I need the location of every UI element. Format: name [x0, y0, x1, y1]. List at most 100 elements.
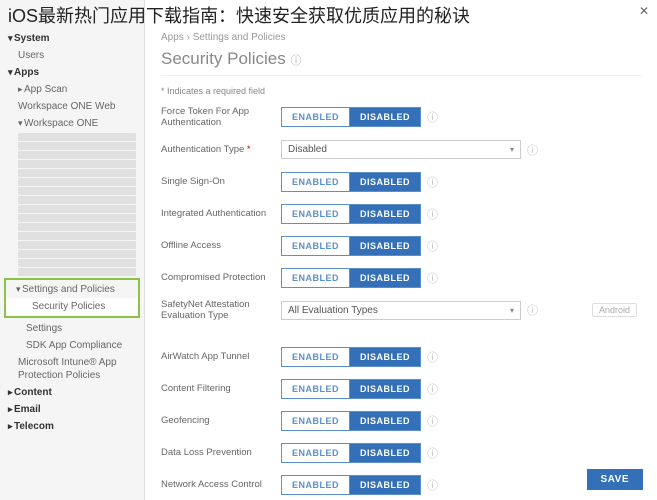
sidebar-item-placeholder — [18, 259, 136, 267]
form-row-nac: Network Access ControlENABLEDDISABLED ⓘ — [161, 474, 641, 496]
info-icon[interactable]: ⓘ — [427, 238, 438, 254]
divider — [161, 75, 641, 76]
toggle-enabled[interactable]: ENABLED — [281, 411, 349, 431]
sidebar-active-highlight: ▾Settings and Policies Security Policies — [4, 278, 140, 318]
sidebar-item-wsone[interactable]: ▾Workspace ONE — [0, 115, 144, 132]
sidebar-group-apps[interactable]: ▾Apps — [0, 64, 144, 81]
sidebar-item-sdk-compliance[interactable]: SDK App Compliance — [0, 337, 144, 354]
toggle-group: ENABLEDDISABLED — [281, 443, 421, 463]
sidebar-item-settings-policies[interactable]: ▾Settings and Policies — [6, 281, 138, 298]
sidebar-item-placeholder — [18, 169, 136, 177]
sidebar-label: System — [14, 33, 50, 44]
info-icon[interactable]: ⓘ — [427, 413, 438, 429]
toggle-enabled[interactable]: ENABLED — [281, 172, 349, 192]
sidebar-label: App Scan — [24, 84, 67, 95]
info-icon[interactable]: ⓘ — [427, 349, 438, 365]
form-row-contentFilter: Content FilteringENABLEDDISABLED ⓘ — [161, 378, 641, 400]
toggle-disabled[interactable]: DISABLED — [349, 204, 421, 224]
required-marker: * — [244, 144, 250, 155]
sidebar-group-telecom[interactable]: ▸Telecom — [0, 418, 144, 435]
toggle-disabled[interactable]: DISABLED — [349, 379, 421, 399]
toggle-disabled[interactable]: DISABLED — [349, 347, 421, 367]
sidebar-group-system[interactable]: ▾System — [0, 30, 144, 47]
form-label: Geofencing — [161, 415, 281, 426]
breadcrumb: Apps › Settings and Policies — [161, 32, 641, 43]
form-label: Offline Access — [161, 240, 281, 251]
form-row-tunnel: AirWatch App TunnelENABLEDDISABLED ⓘ — [161, 346, 641, 368]
sidebar-item-security-policies[interactable]: Security Policies — [6, 298, 138, 315]
form-label: Network Access Control — [161, 479, 281, 490]
required-note: * Indicates a required field — [161, 86, 641, 96]
breadcrumb-apps[interactable]: Apps — [161, 32, 184, 43]
sidebar-label: Email — [14, 404, 41, 415]
close-icon[interactable]: ✕ — [639, 4, 649, 18]
form-label: Force Token For App Authentication — [161, 106, 281, 129]
sidebar-group-email[interactable]: ▸Email — [0, 401, 144, 418]
toggle-disabled[interactable]: DISABLED — [349, 107, 421, 127]
sidebar-label: Workspace ONE — [24, 118, 98, 129]
info-icon[interactable]: ⓘ — [527, 302, 538, 318]
toggle-disabled[interactable]: DISABLED — [349, 475, 421, 495]
breadcrumb-sep: › — [187, 32, 190, 43]
toggle-enabled[interactable]: ENABLED — [281, 443, 349, 463]
toggle-enabled[interactable]: ENABLED — [281, 347, 349, 367]
info-icon[interactable]: ⓘ — [427, 381, 438, 397]
sidebar-item-settings[interactable]: Settings — [0, 320, 144, 337]
sidebar: ▾System Users ▾Apps ▸App Scan Workspace … — [0, 0, 145, 500]
info-icon[interactable]: ⓘ — [427, 206, 438, 222]
sidebar-item-placeholder — [18, 232, 136, 240]
sidebar-item-users[interactable]: Users — [0, 47, 144, 64]
sidebar-item-placeholder — [18, 151, 136, 159]
sidebar-item-placeholder — [18, 142, 136, 150]
select-value: All Evaluation Types — [288, 305, 378, 316]
toggle-group: ENABLEDDISABLED — [281, 204, 421, 224]
info-icon[interactable]: ⓘ — [427, 270, 438, 286]
form-label: AirWatch App Tunnel — [161, 351, 281, 362]
select-safetynet[interactable]: All Evaluation Types ▾ — [281, 301, 521, 320]
toggle-enabled[interactable]: ENABLED — [281, 268, 349, 288]
sidebar-item-intune[interactable]: Microsoft Intune® App Protection Policie… — [0, 354, 144, 384]
save-button[interactable]: SAVE — [587, 469, 644, 490]
form-row-forceToken: Force Token For App AuthenticationENABLE… — [161, 106, 641, 129]
form-label: Authentication Type * — [161, 144, 281, 155]
chevron-down-icon: ▾ — [510, 306, 514, 315]
form-row-intAuth: Integrated AuthenticationENABLEDDISABLED… — [161, 203, 641, 225]
sidebar-item-placeholder — [18, 268, 136, 276]
toggle-disabled[interactable]: DISABLED — [349, 236, 421, 256]
form-row-compromised: Compromised ProtectionENABLEDDISABLED ⓘ — [161, 267, 641, 289]
form-label: Content Filtering — [161, 383, 281, 394]
toggle-disabled[interactable]: DISABLED — [349, 411, 421, 431]
sidebar-item-appscan[interactable]: ▸App Scan — [0, 81, 144, 98]
toggle-disabled[interactable]: DISABLED — [349, 268, 421, 288]
info-icon[interactable]: ⓘ — [427, 109, 438, 125]
sidebar-item-placeholder — [18, 241, 136, 249]
breadcrumb-current: Settings and Policies — [193, 32, 286, 43]
form-row-safetynet: SafetyNet Attestation Evaluation TypeAll… — [161, 299, 641, 322]
info-icon[interactable]: ⓘ — [427, 477, 438, 493]
info-icon[interactable]: ⓘ — [290, 55, 301, 67]
toggle-enabled[interactable]: ENABLED — [281, 379, 349, 399]
toggle-enabled[interactable]: ENABLED — [281, 475, 349, 495]
toggle-enabled[interactable]: ENABLED — [281, 204, 349, 224]
select-authType[interactable]: Disabled▾ — [281, 140, 521, 159]
info-icon[interactable]: ⓘ — [427, 174, 438, 190]
sidebar-item-placeholder — [18, 250, 136, 258]
form-label: Compromised Protection — [161, 272, 281, 283]
form-label: Single Sign-On — [161, 176, 281, 187]
toggle-disabled[interactable]: DISABLED — [349, 443, 421, 463]
form-row-dlp: Data Loss PreventionENABLEDDISABLEDⓘ — [161, 442, 641, 464]
platform-tag: Android — [592, 303, 637, 317]
info-icon[interactable]: ⓘ — [427, 445, 438, 461]
toggle-disabled[interactable]: DISABLED — [349, 172, 421, 192]
toggle-enabled[interactable]: ENABLED — [281, 236, 349, 256]
toggle-enabled[interactable]: ENABLED — [281, 107, 349, 127]
sidebar-label: Apps — [14, 67, 39, 78]
sidebar-item-placeholder — [18, 178, 136, 186]
toggle-group: ENABLEDDISABLED — [281, 475, 421, 495]
sidebar-item-placeholder — [18, 160, 136, 168]
sidebar-group-content[interactable]: ▸Content — [0, 384, 144, 401]
sidebar-item-placeholder — [18, 187, 136, 195]
sidebar-item-wsone-web[interactable]: Workspace ONE Web — [0, 98, 144, 115]
form-row-geofencing: GeofencingENABLEDDISABLED ⓘ — [161, 410, 641, 432]
info-icon[interactable]: ⓘ — [527, 142, 538, 158]
